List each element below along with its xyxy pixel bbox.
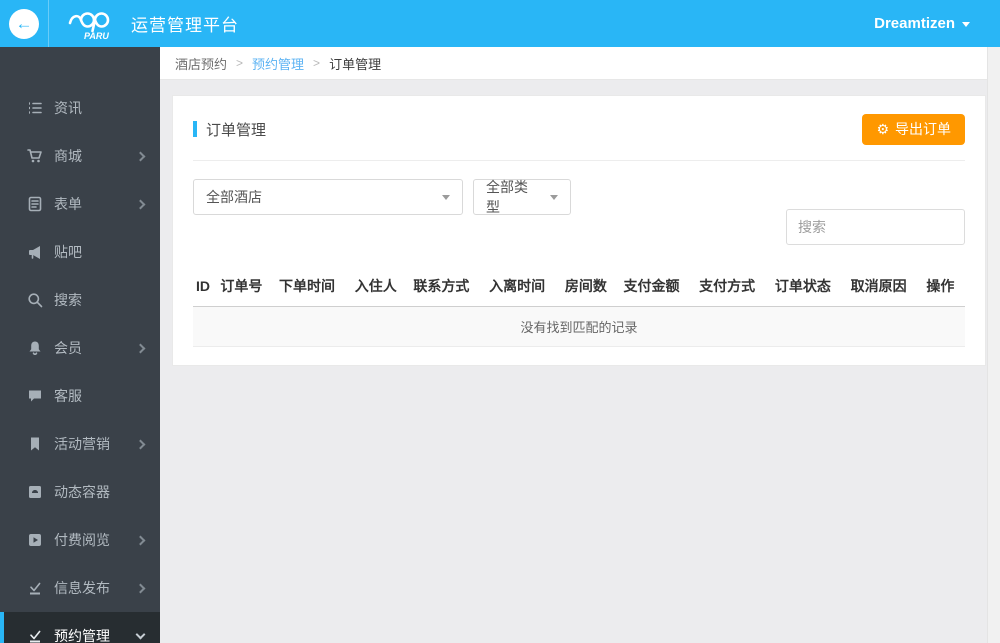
brand: PARU 运营管理平台 [49, 6, 239, 42]
form-icon [26, 196, 43, 213]
chevron-right-icon [135, 343, 146, 353]
chevron-down-icon [442, 194, 450, 200]
svg-text:PARU: PARU [84, 31, 109, 41]
chevron-right-icon [135, 199, 146, 209]
gear-icon: ⚙ [876, 121, 889, 137]
chevron-right-icon [135, 535, 146, 545]
sidebar-item-news[interactable]: 资讯 [0, 84, 160, 132]
breadcrumb-booking-manage[interactable]: 预约管理 [252, 54, 304, 73]
filter-row: 全部酒店 全部类型 [193, 161, 965, 259]
order-management-panel: 订单管理 ⚙ 导出订单 全部酒店 全部类型 ID订单号下单时间入住人联系方式入离… [172, 95, 986, 366]
chevron-down-icon [135, 629, 146, 640]
column-header: 订单状态 [771, 267, 848, 307]
publish-icon [26, 628, 43, 643]
chevron-right-icon [135, 583, 146, 593]
title-accent-bar [193, 121, 197, 137]
user-name: Dreamtizen [874, 15, 955, 32]
empty-state-text: 没有找到匹配的记录 [193, 306, 965, 347]
chat-icon [26, 388, 43, 405]
chevron-down-icon [962, 22, 970, 27]
search-icon [26, 292, 43, 309]
back-button[interactable]: ← [0, 0, 49, 47]
bookmark-icon [26, 436, 43, 453]
back-icon: ← [15, 13, 33, 33]
breadcrumb-hotel-booking: 酒店预约 [175, 56, 228, 72]
column-header: 联系方式 [410, 267, 487, 307]
sidebar-item-booking-manage[interactable]: 预约管理 [0, 612, 160, 643]
type-filter-select[interactable]: 全部类型 [473, 179, 571, 215]
sidebar-item-marketing[interactable]: 活动营销 [0, 420, 160, 468]
table-header-row: ID 订单号 下单时间 入住人 联系方式 入离时间 房间数 支付金额 支付方式 订单状态 取消原因操… [193, 267, 965, 307]
export-orders-button[interactable]: ⚙ 导出订单 [862, 113, 965, 145]
publish-icon [26, 580, 43, 597]
orders-table: ID 订单号 下单时间 入住人 联系方式 入离时间 房间数 支付金额 支付方式 订单状态 取消原因操… [193, 267, 965, 347]
column-header: 房间数 [561, 267, 621, 307]
bell-icon [26, 340, 43, 357]
breadcrumb-order-manage: 订单管理 [329, 56, 382, 72]
breadcrumb: 酒店预约 > 预约管理 > 订单管理 [160, 47, 1000, 80]
list-icon [26, 100, 43, 117]
scrollbar[interactable] [987, 47, 1000, 643]
sidebar-item-info-publish[interactable]: 信息发布 [0, 564, 160, 612]
column-header: 下单时间 [276, 267, 352, 307]
logo-icon: PARU [68, 11, 109, 41]
hotel-filter-select[interactable]: 全部酒店 [193, 179, 463, 215]
sidebar-item-forms[interactable]: 表单 [0, 180, 160, 228]
cart-icon [26, 148, 43, 165]
sidebar-item-container[interactable]: 动态容器 [0, 468, 160, 516]
table-empty-row: 没有找到匹配的记录 [193, 306, 965, 347]
sidebar-item-search[interactable]: 搜索 [0, 276, 160, 324]
play-icon [26, 532, 43, 549]
column-header: ID [193, 267, 218, 307]
container-icon [26, 484, 43, 501]
user-menu[interactable]: Dreamtizen [874, 15, 1000, 32]
main-content: 酒店预约 > 预约管理 > 订单管理 订单管理 ⚙ 导出订单 全部酒店 全部类型 [160, 47, 1000, 643]
column-header: 支付金额 [620, 267, 697, 307]
sidebar-item-tieba[interactable]: 贴吧 [0, 228, 160, 276]
search-input[interactable] [786, 209, 965, 245]
column-header: 入住人 [351, 267, 411, 307]
chevron-right-icon [135, 151, 146, 161]
chevron-down-icon [550, 194, 558, 200]
column-header: 支付方式 [696, 267, 772, 307]
chevron-right-icon [135, 439, 146, 449]
sidebar: 资讯 商城 表单 贴吧 搜索 会员 客服 活动营销 动态容器 付费阅览 信息发布… [0, 47, 160, 643]
megaphone-icon [26, 244, 43, 261]
breadcrumb-separator: > [236, 56, 244, 70]
column-header: 操作 [923, 267, 965, 307]
app-title: 运营管理平台 [131, 16, 239, 35]
breadcrumb-separator: > [313, 56, 321, 70]
sidebar-item-members[interactable]: 会员 [0, 324, 160, 372]
sidebar-item-paid-reading[interactable]: 付费阅览 [0, 516, 160, 564]
panel-title: 订单管理 [193, 119, 266, 140]
column-header: 订单号 [217, 267, 277, 307]
sidebar-item-service[interactable]: 客服 [0, 372, 160, 420]
top-bar: ← PARU 运营管理平台 Dreamtizen [0, 0, 1000, 47]
sidebar-item-mall[interactable]: 商城 [0, 132, 160, 180]
column-header: 入离时间 [486, 267, 562, 307]
column-header: 取消原因 [847, 267, 924, 307]
